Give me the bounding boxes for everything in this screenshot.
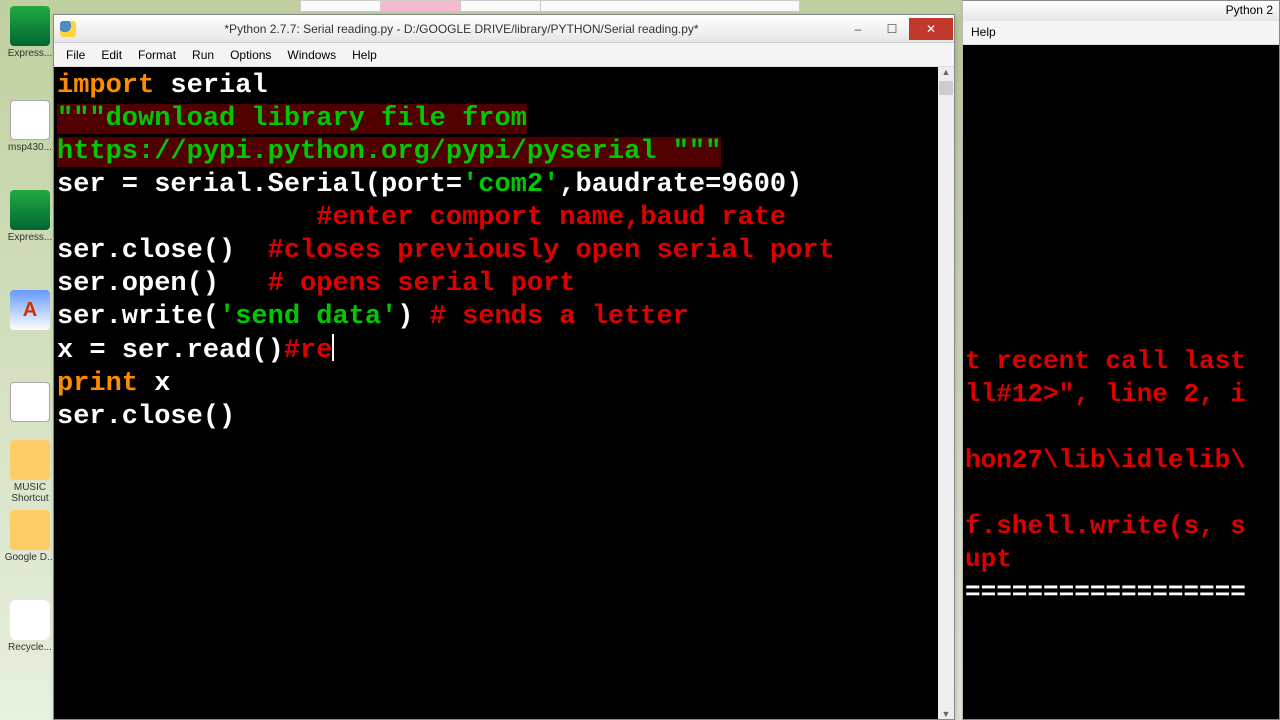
- desktop-icon-recyclebin[interactable]: Recycle...: [4, 600, 56, 653]
- menu-options[interactable]: Options: [222, 46, 279, 64]
- scrollbar-thumb[interactable]: [939, 81, 953, 95]
- code-editor[interactable]: import serial """download library file f…: [54, 67, 954, 719]
- desktop-icon-googledrive[interactable]: Google D...: [4, 510, 56, 563]
- menu-file[interactable]: File: [58, 46, 93, 64]
- desktop-icon-msp430[interactable]: msp430...: [4, 100, 56, 153]
- shell-titlebar[interactable]: Python 2: [963, 1, 1279, 21]
- titlebar[interactable]: *Python 2.7.7: Serial reading.py - D:/GO…: [54, 15, 954, 43]
- vertical-scrollbar[interactable]: [938, 67, 954, 719]
- python-shell-window: Python 2 Help t recent call last ll#12>"…: [962, 0, 1280, 720]
- text-cursor: [332, 334, 334, 361]
- code-content[interactable]: import serial """download library file f…: [54, 67, 954, 437]
- python-icon: [60, 21, 76, 37]
- desktop-icon-music[interactable]: MUSIC Shortcut: [4, 440, 56, 504]
- window-title: *Python 2.7.7: Serial reading.py - D:/GO…: [82, 22, 841, 36]
- desktop-icon-expresspcb[interactable]: Express...: [4, 6, 56, 59]
- menu-windows[interactable]: Windows: [279, 46, 344, 64]
- close-button[interactable]: [909, 18, 953, 40]
- shell-output[interactable]: t recent call last ll#12>", line 2, i ho…: [963, 45, 1279, 719]
- desktop-icon-expresssch[interactable]: Express...: [4, 190, 56, 243]
- desktop-icon-document[interactable]: A: [4, 290, 56, 332]
- menu-format[interactable]: Format: [130, 46, 184, 64]
- minimize-button[interactable]: [841, 18, 875, 40]
- menu-edit[interactable]: Edit: [93, 46, 130, 64]
- menubar: File Edit Format Run Options Windows Hel…: [54, 43, 954, 67]
- menu-help[interactable]: Help: [344, 46, 385, 64]
- desktop-icon-file[interactable]: [4, 382, 56, 424]
- shell-menubar[interactable]: Help: [963, 21, 1279, 45]
- maximize-button[interactable]: [875, 18, 909, 40]
- menu-run[interactable]: Run: [184, 46, 222, 64]
- idle-editor-window: *Python 2.7.7: Serial reading.py - D:/GO…: [53, 14, 955, 720]
- background-browser-tabs: [300, 0, 800, 12]
